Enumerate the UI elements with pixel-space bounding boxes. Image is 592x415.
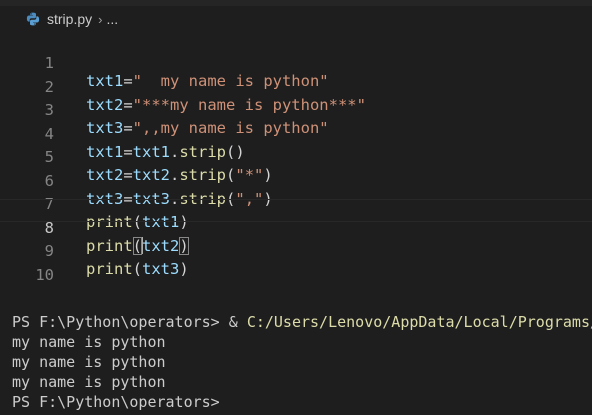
- terminal-output-line: my name is python: [12, 373, 166, 391]
- chevron-right-icon: ›: [98, 11, 103, 27]
- terminal-panel[interactable]: PS F:\Python\operators> & C:/Users/Lenov…: [0, 312, 592, 415]
- vscode-window: strip.py › ... 1 txt1=" my name is pytho…: [0, 0, 592, 415]
- code-line[interactable]: 4 txt1=txt1.strip(): [0, 105, 592, 161]
- breadcrumb: strip.py › ...: [0, 6, 592, 32]
- code-line[interactable]: 5 txt2=txt2.strip("*"): [0, 128, 592, 184]
- terminal-prompt-line[interactable]: PS F:\Python\operators>: [12, 392, 220, 412]
- terminal-call-operator: &: [228, 313, 238, 331]
- python-file-icon: [26, 12, 40, 26]
- code-line[interactable]: 1 txt1=" my name is python": [0, 34, 592, 90]
- code-line[interactable]: 2 txt2="***my name is python***": [0, 58, 592, 114]
- code-line[interactable]: 6 txt3=txt3.strip(","): [0, 152, 592, 208]
- terminal-output-line: my name is python: [12, 353, 166, 371]
- code-line[interactable]: 7 print(txt1): [0, 175, 592, 231]
- terminal-prompt: PS F:\Python\operators>: [12, 313, 220, 331]
- code-line[interactable]: 10: [0, 246, 592, 284]
- code-line[interactable]: 9 print(txt3): [0, 222, 592, 278]
- breadcrumb-file-name[interactable]: strip.py: [47, 11, 92, 27]
- breadcrumb-symbols[interactable]: ...: [106, 11, 118, 27]
- code-line-current[interactable]: 8 print(txt2): [0, 198, 592, 255]
- code-line[interactable]: 3 txt3=",,my name is python": [0, 81, 592, 137]
- line-number: 10: [35, 265, 54, 284]
- terminal-command: C:/Users/Lenovo/AppData/Local/Programs/: [246, 313, 592, 331]
- terminal-output-line: my name is python: [12, 333, 166, 351]
- code-editor[interactable]: 1 txt1=" my name is python" 2 txt2="***m…: [0, 34, 592, 284]
- terminal-command-line: PS F:\Python\operators> & C:/Users/Lenov…: [12, 312, 592, 332]
